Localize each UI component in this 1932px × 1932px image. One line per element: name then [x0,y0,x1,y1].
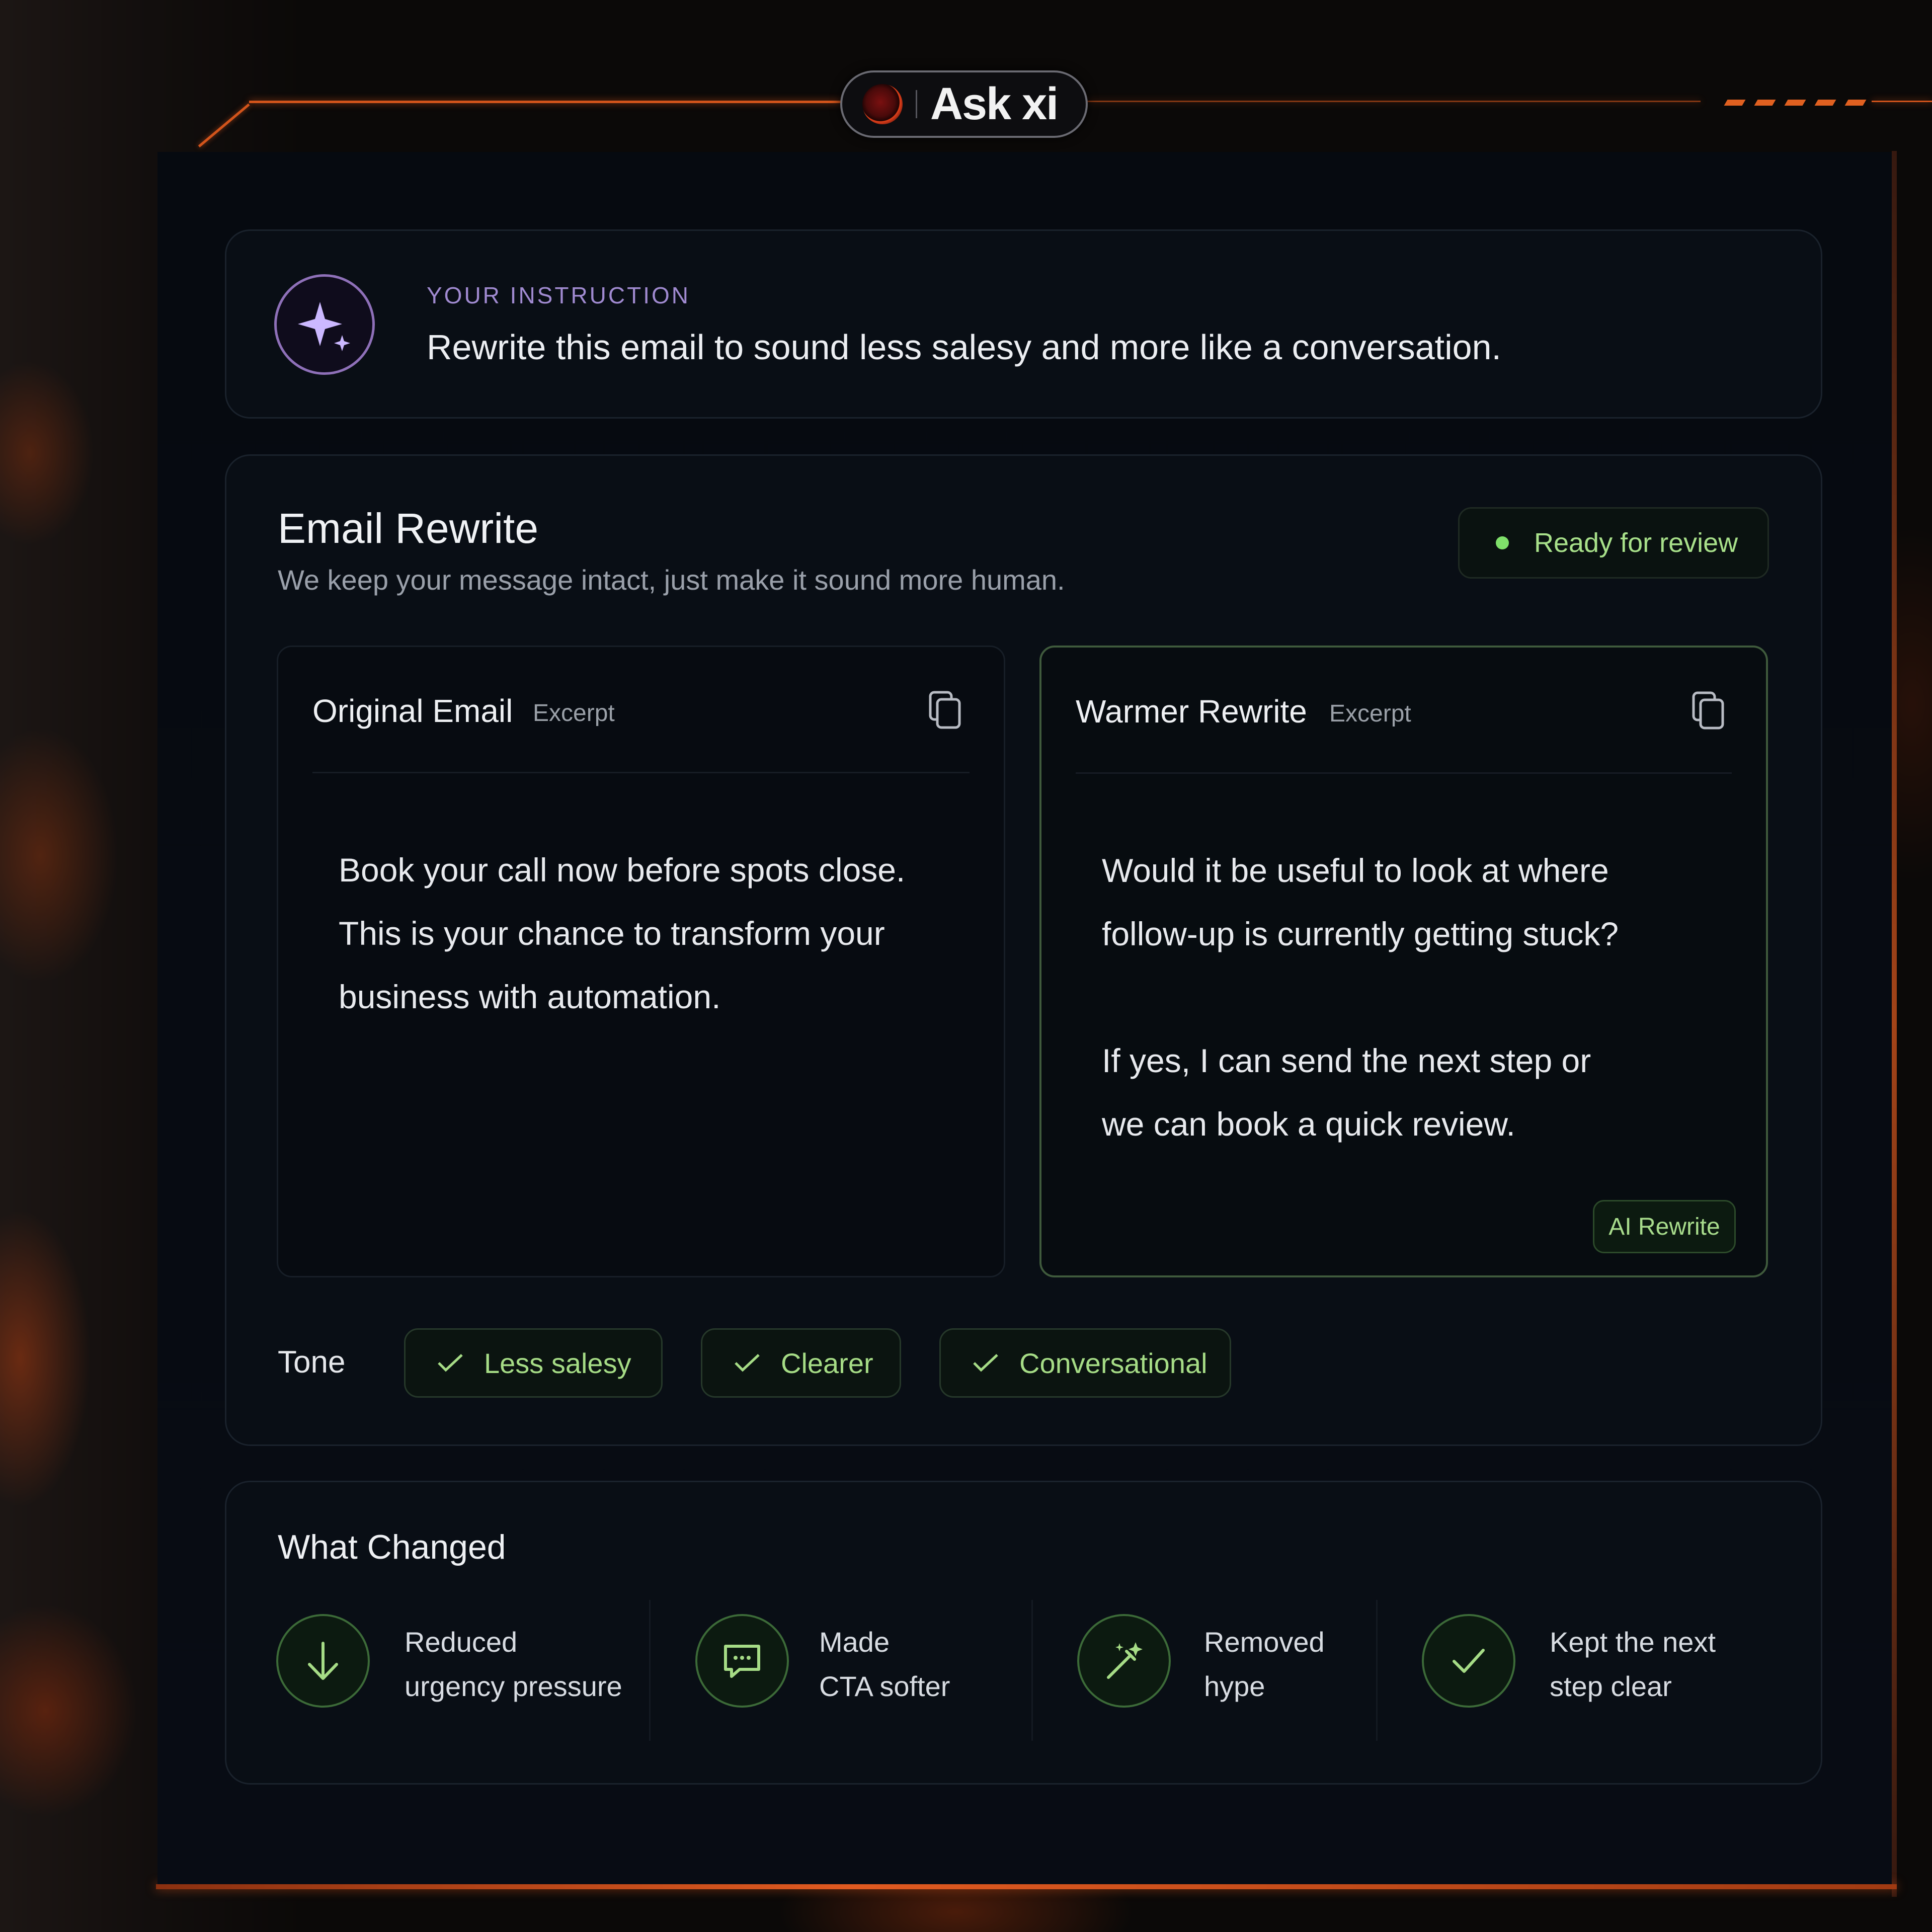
check-icon [973,1354,998,1372]
tone-label: Tone [278,1345,346,1380]
frame-top-right-line [1087,101,1701,102]
rewrite-title: Email Rewrite [278,505,539,552]
rewrite-email-body: Would it be useful to look at where foll… [1102,839,1619,1156]
original-email-title: Original Email [312,693,513,729]
rewrite-excerpt-tag: Excerpt [1329,700,1411,727]
copy-icon[interactable] [927,690,963,731]
change-line: step clear [1550,1670,1672,1702]
tone-chip-less-salesy[interactable]: Less salesy [404,1328,663,1398]
arrow-down-icon [276,1614,370,1708]
check-icon [1422,1614,1515,1708]
copy-icon[interactable] [1691,691,1727,731]
tone-chip-conversational[interactable]: Conversational [939,1328,1231,1398]
change-divider [1376,1600,1378,1741]
sparkle-icon [274,274,375,375]
magic-wand-icon [1077,1614,1171,1708]
rewrite-subtitle: We keep your message intact, just make i… [278,564,1065,596]
instruction-eyebrow: YOUR INSTRUCTION [427,282,690,308]
frame-right-edge [1892,151,1897,1897]
change-item: Removed hype [1204,1620,1325,1709]
frame-top-right-end [1872,101,1932,102]
original-line: Book your call now before spots close. [339,851,906,889]
change-line: Removed [1204,1626,1325,1658]
card-divider [312,772,970,773]
rewrite-line [1102,965,1619,1029]
xi-logo-icon [862,84,903,124]
ai-rewrite-badge: AI Rewrite [1593,1200,1736,1253]
chat-icon [695,1614,789,1708]
frame-dash [1784,100,1806,106]
change-item: Made CTA softer [819,1620,950,1709]
frame-dash [1754,100,1776,106]
warmer-rewrite-card: Warmer Rewrite Excerpt Would it be usefu… [1039,646,1768,1277]
change-divider [649,1600,651,1741]
frame-bottom-edge [156,1884,1897,1889]
change-line: Made [819,1626,890,1658]
status-dot-icon [1496,536,1509,549]
app-title-pill[interactable]: Ask xi [840,70,1088,138]
tone-chip-clearer[interactable]: Clearer [701,1328,901,1398]
check-icon [735,1354,760,1372]
frame-dash [1814,100,1836,106]
frame-dash [1844,100,1867,106]
change-item: Kept the next step clear [1550,1620,1716,1709]
original-email-body: Book your call now before spots close. T… [339,838,905,1028]
instruction-text: Rewrite this email to sound less salesy … [427,328,1501,367]
change-line: Reduced [405,1626,518,1658]
what-changed-title: What Changed [278,1528,506,1566]
rewrite-line: Would it be useful to look at where [1102,852,1609,889]
status-label: Ready for review [1534,528,1738,558]
chip-label: Less salesy [484,1347,631,1379]
rewrite-email-title: Warmer Rewrite [1076,693,1307,730]
original-line: This is your chance to transform your [339,915,885,952]
original-line: business with automation. [339,978,721,1015]
status-badge: Ready for review [1458,507,1769,579]
check-icon [438,1354,463,1372]
rewrite-line: follow-up is currently getting stuck? [1102,915,1619,952]
chip-label: Conversational [1019,1347,1208,1379]
change-item: Reduced urgency pressure [405,1620,622,1709]
change-line: CTA softer [819,1670,950,1702]
app-title: Ask xi [930,78,1059,129]
change-line: hype [1204,1670,1265,1702]
card-divider [1076,772,1732,774]
frame-top-left-line [249,101,843,103]
change-line: urgency pressure [405,1670,622,1702]
original-excerpt-tag: Excerpt [533,700,615,727]
pill-separator [916,90,917,118]
change-divider [1031,1600,1033,1741]
instruction-card [225,229,1822,419]
chip-label: Clearer [781,1347,873,1379]
rewrite-line: we can book a quick review. [1102,1105,1515,1143]
rewrite-line: If yes, I can send the next step or [1102,1042,1591,1079]
change-line: Kept the next [1550,1626,1716,1658]
frame-dash [1724,100,1746,106]
original-email-card: Original Email Excerpt Book your call no… [277,646,1005,1277]
